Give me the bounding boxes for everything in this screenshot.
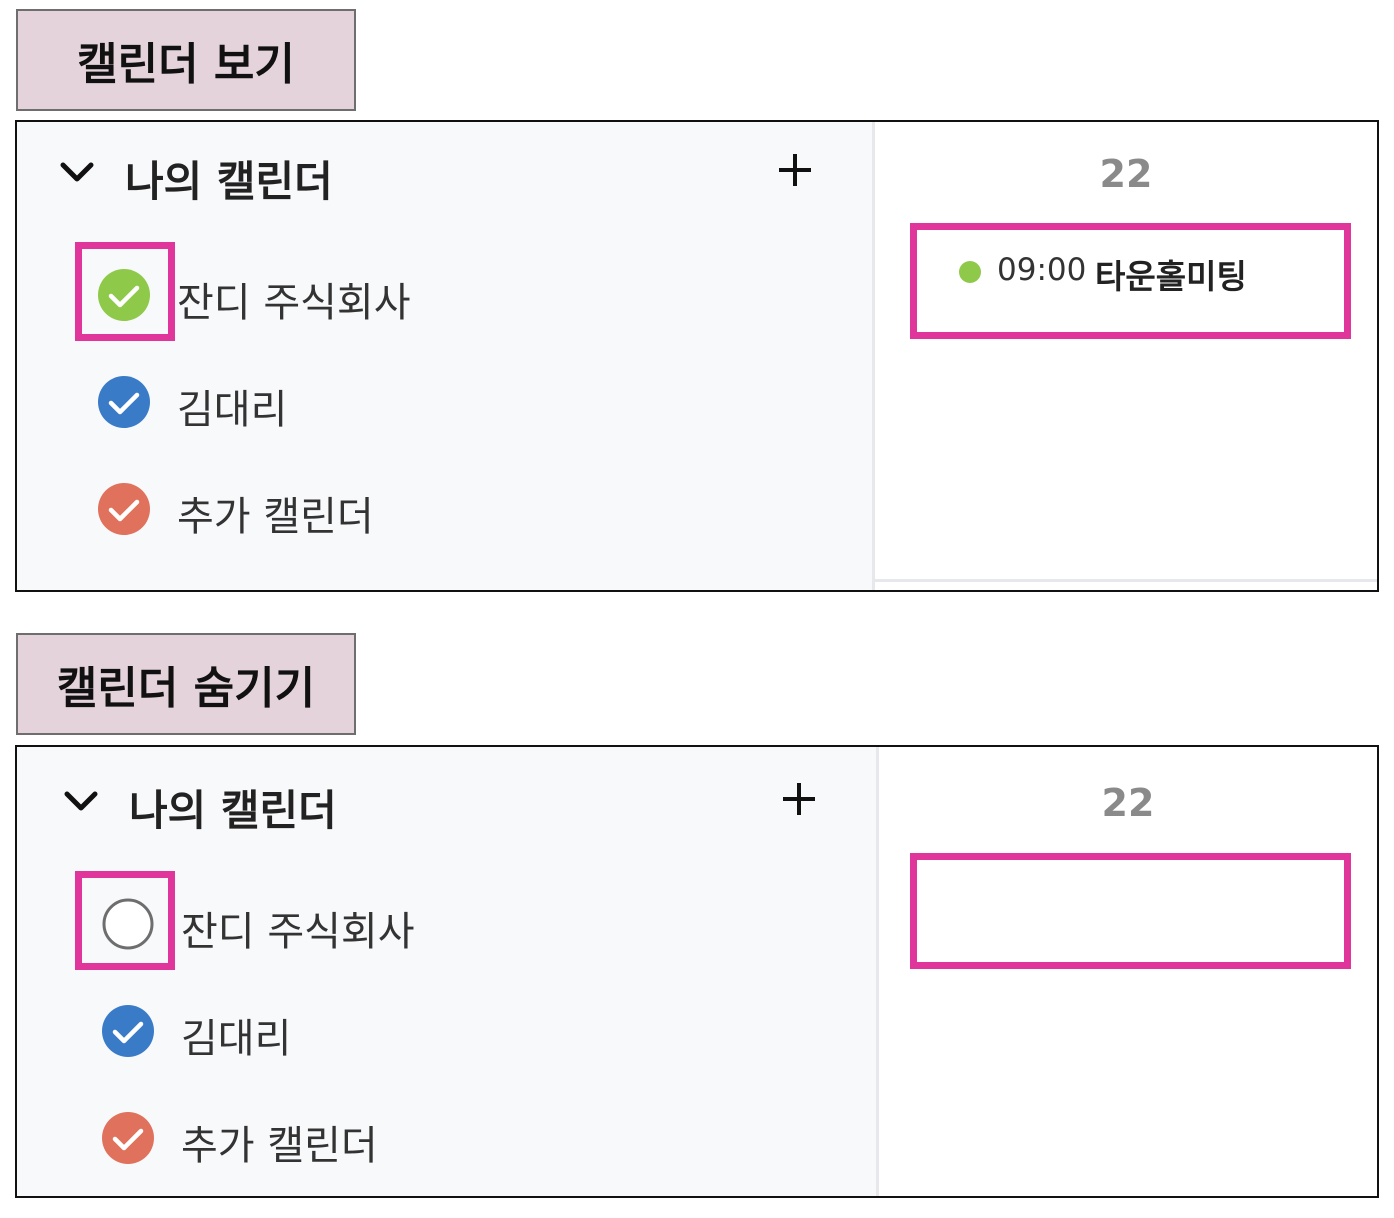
my-calendars-heading: 나의 캘린더 — [125, 157, 333, 206]
calendar-item-label: 김대리 — [177, 387, 288, 433]
calendar-sidebar: 나의 캘린더 잔디 주식회사 김대리 추가 캘린더 — [17, 122, 872, 590]
calendar-item-jandi[interactable]: 잔디 주식회사 — [101, 889, 601, 959]
calendar-item-label: 잔디 주식회사 — [177, 280, 411, 326]
calendar-item-label: 잔디 주식회사 — [181, 909, 415, 955]
section-label-hide: 캘린더 숨기기 — [16, 633, 356, 735]
highlight-box-event-empty — [910, 853, 1351, 969]
my-calendars-header: 나의 캘린더 — [17, 144, 872, 206]
calendar-item-label: 추가 캘린더 — [181, 1123, 378, 1169]
highlight-box-checkbox — [75, 242, 175, 341]
plus-icon[interactable] — [781, 781, 817, 817]
chevron-down-icon[interactable] — [59, 160, 95, 186]
section-title: 캘린더 숨기기 — [56, 663, 316, 714]
day-number: 22 — [1101, 781, 1155, 825]
day-column: 22 — [879, 747, 1377, 1196]
calendar-item-label: 김대리 — [181, 1016, 292, 1062]
section-title: 캘린더 보기 — [77, 39, 295, 90]
divider — [875, 579, 1377, 582]
highlight-box-event — [910, 223, 1351, 339]
calendar-item-label: 추가 캘린더 — [177, 494, 374, 540]
calendar-panel-hide: 나의 캘린더 잔디 주식회사 김대리 추가 캘린더 22 — [15, 745, 1379, 1198]
my-calendars-heading: 나의 캘린더 — [129, 786, 337, 835]
my-calendars-header: 나의 캘린더 — [17, 773, 872, 835]
calendar-item-extra[interactable]: 추가 캘린더 — [101, 1103, 601, 1173]
section-label-view: 캘린더 보기 — [16, 9, 356, 111]
check-circle-icon[interactable] — [97, 482, 151, 536]
day-number: 22 — [1099, 152, 1153, 196]
chevron-down-icon[interactable] — [63, 789, 99, 815]
calendar-item-kim[interactable]: 김대리 — [101, 996, 601, 1066]
plus-icon[interactable] — [777, 152, 813, 188]
calendar-item-kim[interactable]: 김대리 — [97, 367, 597, 437]
calendar-panel-view: 나의 캘린더 잔디 주식회사 김대리 추가 캘린더 22 09:00 타운홀미팅 — [15, 120, 1379, 592]
day-column: 22 09:00 타운홀미팅 — [875, 122, 1377, 590]
check-circle-icon[interactable] — [97, 375, 151, 429]
calendar-item-extra[interactable]: 추가 캘린더 — [97, 474, 597, 544]
check-circle-icon[interactable] — [101, 1111, 155, 1165]
highlight-box-checkbox — [75, 871, 175, 970]
calendar-sidebar: 나의 캘린더 잔디 주식회사 김대리 추가 캘린더 — [17, 747, 876, 1196]
check-circle-icon[interactable] — [101, 1004, 155, 1058]
